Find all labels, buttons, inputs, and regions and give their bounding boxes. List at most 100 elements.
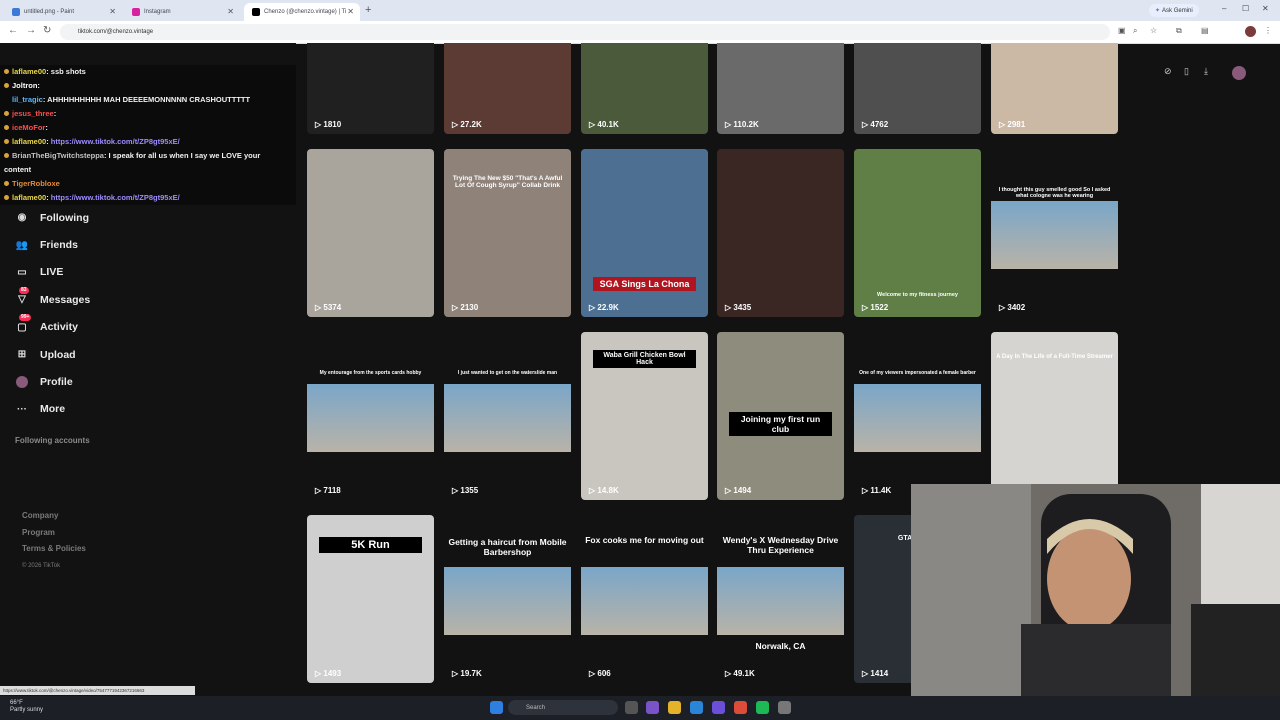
view-count: ▷ 1493 [315,669,342,678]
sidebar-menu: ◉ Following 👥 Friends ▭ LIVE ▽ 83 Message… [15,204,90,423]
close-icon[interactable]: ✕ [227,7,234,16]
menu-kebab-icon[interactable]: ⋮ [1264,26,1272,35]
sidebar-item-label: Following [40,211,89,224]
spotify-icon[interactable] [756,701,769,714]
download-icon[interactable]: ⤓ [1204,66,1208,77]
phone-icon[interactable]: ▯ [1184,66,1189,77]
video-thumbnail [717,567,844,635]
video-card[interactable]: ▷ 40.1K [581,43,708,134]
video-card[interactable]: SGA Sings La Chona ▷ 22.9K [581,149,708,317]
video-caption: Trying The New $50 "That's A Awful Lot O… [452,175,563,189]
video-card[interactable]: Wendy's X Wednesday Drive Thru Experienc… [717,515,844,683]
sidebar-item-live[interactable]: ▭ LIVE [15,259,90,286]
view-count: ▷ 5374 [315,303,342,312]
video-card[interactable]: ▷ 4762 [854,43,981,134]
sidebar-item-label: Friends [40,239,78,252]
task-view-icon[interactable] [625,701,638,714]
video-card[interactable]: ▷ 110.2K [717,43,844,134]
view-count: ▷ 19.7K [452,669,482,678]
file-explorer-icon[interactable] [668,701,681,714]
video-card[interactable]: A Day In The Life of a Full-Time Streame… [991,332,1118,500]
compass-icon[interactable]: ⊘ [1164,66,1172,77]
video-card[interactable]: 5K Run ▷ 1493 [307,515,434,683]
chat-line: TigerRobloxe [0,177,296,191]
footer-link-terms[interactable]: Terms & Policies [22,541,86,558]
browser-tab-instagram[interactable]: Instagram ✕ [124,3,240,21]
video-card[interactable]: Fox cooks me for moving out ▷ 606 [581,515,708,683]
view-count: ▷ 1494 [725,486,752,495]
bookmark-star-icon[interactable]: ☆ [1150,26,1157,35]
zoom-icon[interactable]: ⌕ [1133,26,1137,36]
video-card[interactable]: ▷ 1810 [307,43,434,134]
sidebar-item-messages[interactable]: ▽ 83 Messages [15,286,90,313]
video-card[interactable]: Waba Grill Chicken Bowl Hack ▷ 14.8K [581,332,708,500]
back-icon[interactable]: ← [8,25,18,36]
view-count: ▷ 7118 [315,486,341,495]
video-card[interactable]: ▷ 27.2K [444,43,571,134]
browser-tab-tiktok[interactable]: Chenzo (@chenzo.vintage) | Ti ✕ [244,3,360,21]
video-card[interactable]: I just wanted to get on the waterslide m… [444,332,571,500]
video-card[interactable]: Welcome to my fitness journey ▷ 1522 [854,149,981,317]
activity-icon: ▢ 99+ [17,314,32,333]
chrome-icon[interactable] [734,701,747,714]
reload-icon[interactable]: ↻ [43,25,51,36]
weather-widget[interactable]: 66°F Partly sunny [10,700,43,714]
sidepanel-icon[interactable]: ▤ [1201,26,1209,35]
taskbar-search[interactable]: Search [508,700,618,715]
video-caption: I thought this guy smelled good So I ask… [998,187,1111,199]
sidebar-item-more[interactable]: ··· More [15,396,90,423]
paint-favicon-icon [12,8,20,16]
video-card[interactable]: ▷ 5374 [307,149,434,317]
view-count: ▷ 1355 [452,486,479,495]
sidebar-item-following[interactable]: ◉ Following [15,204,90,231]
video-card[interactable]: ▷ 2981 [991,43,1118,134]
instagram-favicon-icon [132,8,140,16]
edge-icon[interactable] [690,701,703,714]
close-window-icon[interactable]: ✕ [1262,4,1269,13]
sidebar-item-friends[interactable]: 👥 Friends [15,231,90,258]
sidebar-footer: Company Program Terms & Policies © 2026 … [22,508,86,574]
chat-line: laflame00: https://www.tiktok.com/t/ZP8g… [0,191,296,205]
video-card[interactable]: Getting a haircut from Mobile Barbershop… [444,515,571,683]
close-icon[interactable]: ✕ [109,7,116,16]
video-card[interactable]: Trying The New $50 "That's A Awful Lot O… [444,149,571,317]
video-subcaption: Norwalk, CA [755,641,806,651]
footer-link-company[interactable]: Company [22,508,86,525]
footer-link-program[interactable]: Program [22,525,86,542]
start-icon[interactable] [490,701,503,714]
ask-gemini-button[interactable]: ✦ Ask Gemini [1149,4,1199,17]
browser-tabstrip: untitled.png - Paint ✕ Instagram ✕ Chenz… [0,0,1280,21]
discord-icon[interactable] [712,701,725,714]
video-card[interactable]: My entourage from the sports cards hobby… [307,332,434,500]
stream-chat-overlay: laflame00: ssb shots Joltron: lil_tragic… [0,65,296,205]
extensions-icon[interactable]: ⧉ [1176,26,1182,36]
address-bar[interactable]: tiktok.com/@chenzo.vintage [60,24,1110,40]
forward-icon[interactable]: → [26,25,36,36]
activity-badge: 99+ [19,314,32,322]
video-card[interactable]: Joining my first run club ▷ 1494 [717,332,844,500]
new-tab-icon[interactable]: + [365,4,371,16]
sidebar-item-label: More [40,403,66,416]
video-card[interactable]: One of my viewers impersonated a female … [854,332,981,500]
sidebar-item-activity[interactable]: ▢ 99+ Activity [15,314,90,341]
sidebar-item-profile[interactable]: Profile [15,368,90,395]
video-card[interactable]: ▷ 3435 [717,149,844,317]
user-avatar[interactable] [1232,66,1246,80]
video-card[interactable]: I thought this guy smelled good So I ask… [991,149,1118,317]
install-app-icon[interactable]: ▣ [1118,26,1126,35]
app-icon[interactable] [646,701,659,714]
browser-tab-paint[interactable]: untitled.png - Paint ✕ [4,3,122,21]
video-thumbnail [854,384,981,452]
sidebar-item-upload[interactable]: ⊞ Upload [15,341,90,368]
more-icon: ··· [17,403,27,415]
minimize-icon[interactable]: – [1222,4,1226,13]
maximize-icon[interactable]: ☐ [1242,4,1249,13]
profile-avatar-icon[interactable] [1245,26,1256,37]
video-caption: Joining my first run club [729,412,832,436]
video-caption: I just wanted to get on the waterslide m… [457,370,558,376]
close-icon[interactable]: ✕ [347,7,354,16]
obs-icon[interactable] [778,701,791,714]
chat-link[interactable]: https://www.tiktok.com/t/ZP8gt95xE/ [51,193,180,202]
weather-temp: 66°F [10,700,23,706]
chat-link[interactable]: https://www.tiktok.com/t/ZP8gt95xE/ [51,137,180,146]
